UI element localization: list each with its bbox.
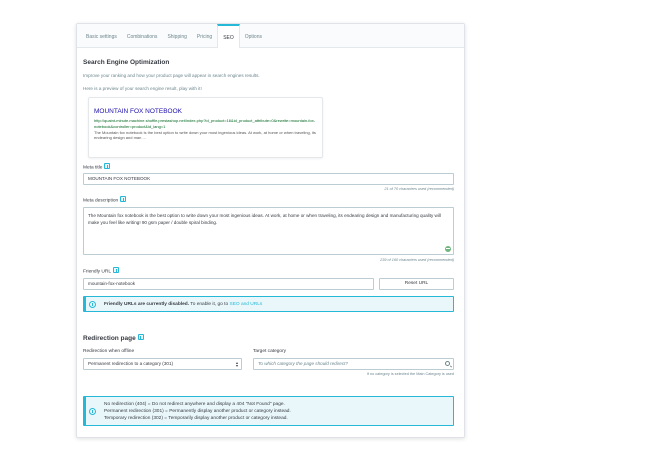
tab-basic-settings[interactable]: Basic settings bbox=[81, 24, 122, 47]
alert-message: Friendly URLs are currently disabled. To… bbox=[104, 302, 262, 307]
redirection-info-line: No redirection (404) = Do not redirect a… bbox=[104, 402, 285, 407]
redirection-offline-label: Redirection when offline bbox=[83, 349, 135, 354]
meta-description-label-text: Meta description bbox=[83, 198, 119, 204]
alert-text: To enable it, go to bbox=[189, 302, 230, 307]
info-icon bbox=[89, 407, 96, 415]
help-icon[interactable] bbox=[113, 267, 119, 273]
tab-options[interactable]: Options bbox=[240, 24, 267, 47]
product-tabs: Basic settings Combinations Shipping Pri… bbox=[77, 24, 464, 48]
search-result-preview: MOUNTAIN FOX NOTEBOOK http://quaint-minu… bbox=[88, 97, 323, 158]
help-icon[interactable] bbox=[104, 163, 111, 169]
redirection-type-value: Permanent redirection to a category (301… bbox=[88, 361, 174, 366]
product-card: Basic settings Combinations Shipping Pri… bbox=[76, 23, 465, 438]
meta-title-label-text: Meta title bbox=[83, 165, 103, 171]
tab-seo[interactable]: SEO bbox=[217, 24, 240, 48]
search-icon[interactable] bbox=[445, 360, 450, 366]
spellcheck-icon bbox=[445, 246, 451, 252]
redirection-info-alert: No redirection (404) = Do not redirect a… bbox=[83, 396, 454, 426]
target-category-label: Target category bbox=[253, 349, 287, 354]
target-category-note: If no category is selected the Main Cate… bbox=[366, 372, 454, 376]
alert-accent-bar bbox=[84, 297, 86, 311]
friendly-url-input[interactable]: mountain-fox-notebook bbox=[83, 278, 374, 290]
seo-and-urls-link[interactable]: SEO and URLs bbox=[230, 302, 263, 307]
friendly-url-alert: Friendly URLs are currently disabled. To… bbox=[83, 296, 454, 312]
redirection-title-text: Redirection page bbox=[83, 335, 136, 342]
preview-title: MOUNTAIN FOX NOTEBOOK bbox=[94, 108, 182, 115]
redirection-type-select[interactable]: Permanent redirection to a category (301… bbox=[83, 358, 242, 370]
alert-bold-text: Friendly URLs are currently disabled. bbox=[104, 302, 190, 307]
meta-description-label: Meta description bbox=[83, 196, 127, 204]
info-icon bbox=[89, 300, 96, 308]
preview-url: http://quaint-minute.machine.shuffle.pre… bbox=[94, 118, 316, 129]
meta-title-input[interactable]: MOUNTAIN FOX NOTEBOOK bbox=[83, 173, 454, 185]
tab-shipping[interactable]: Shipping bbox=[162, 24, 191, 47]
updown-caret-icon: ▴ ▾ bbox=[235, 360, 238, 368]
meta-description-textarea[interactable]: The Mountain fox notebook is the best op… bbox=[83, 207, 454, 255]
redirection-info-line: Temporary redirection (302) = Temporaril… bbox=[104, 416, 288, 421]
redirection-info-line: Permanent redirection (301) = Permanentl… bbox=[104, 409, 291, 414]
meta-description-char-count: 239 of 160 characters used (recommended) bbox=[380, 258, 454, 262]
preview-intro-text: Here is a preview of your search engine … bbox=[83, 86, 202, 91]
tab-pricing[interactable]: Pricing bbox=[192, 24, 217, 47]
meta-title-char-count: 21 of 70 characters used (recommended) bbox=[384, 187, 454, 191]
friendly-url-label: Friendly URL bbox=[83, 267, 119, 275]
meta-title-label: Meta title bbox=[83, 163, 111, 171]
redirection-title: Redirection page bbox=[83, 334, 144, 342]
alert-accent-bar bbox=[84, 397, 86, 425]
friendly-url-label-text: Friendly URL bbox=[83, 269, 111, 275]
redirection-info-text: No redirection (404) = Do not redirect a… bbox=[104, 401, 291, 422]
target-category-input[interactable]: To which category the page should redire… bbox=[253, 358, 454, 370]
tab-combinations[interactable]: Combinations bbox=[122, 24, 163, 47]
help-icon[interactable] bbox=[137, 334, 144, 341]
seo-intro-text: Improve your ranking and how your produc… bbox=[83, 73, 260, 78]
seo-section-title: Search Engine Optimization bbox=[83, 59, 170, 66]
help-icon[interactable] bbox=[120, 196, 127, 202]
meta-description-text: The Mountain fox notebook is the best op… bbox=[88, 213, 441, 225]
reset-url-button[interactable]: Reset URL bbox=[379, 278, 454, 290]
preview-description: The Mountain fox notebook is the best op… bbox=[94, 129, 316, 140]
